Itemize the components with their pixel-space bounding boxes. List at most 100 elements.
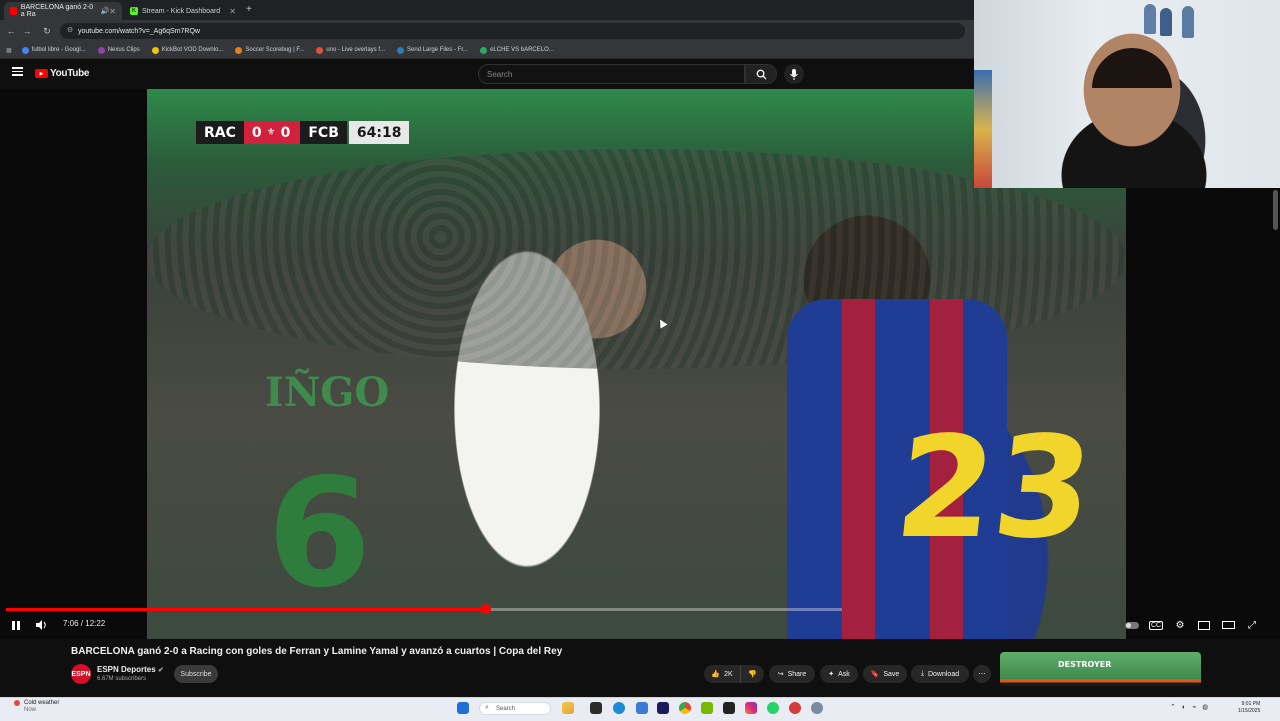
player-left-name: IÑGO [265, 369, 390, 416]
edge-icon[interactable] [613, 702, 625, 714]
more-actions-button[interactable]: ⋯ [973, 665, 991, 683]
home-team: RAC [196, 121, 244, 144]
bookmark-item[interactable]: Send Large Files - Fr... [397, 46, 468, 54]
taskbar-clock[interactable]: 9:01 PM 1/15/2025 [1238, 701, 1260, 715]
bookmark-icon [397, 46, 405, 54]
url-field[interactable]: ⚙ youtube.com/watch?v=_Ag6qSm7RQw [60, 23, 965, 39]
nvidia-icon[interactable] [701, 702, 713, 714]
after-effects-icon[interactable] [657, 702, 669, 714]
taskbar-search[interactable]: ⌕ Search [479, 702, 551, 715]
bookmarks-bar: ▦ futbol libre - Googl... Nexus Clips Ki… [0, 42, 974, 59]
download-icon: ⤓ [920, 670, 924, 677]
youtube-play-logo-icon: ▶ [35, 69, 48, 78]
bookmark-item[interactable]: uno - Live overlays f... [316, 46, 385, 54]
search-placeholder: Search [487, 69, 513, 79]
score: 0 ⚜ 0 [243, 121, 301, 144]
cap-decoration [1160, 8, 1172, 36]
webcam-overlay [974, 0, 1280, 188]
apps-icon[interactable]: ▦ [6, 47, 12, 54]
search-icon: ⌕ [485, 704, 489, 711]
settings-button[interactable]: ⚙ [1171, 617, 1189, 633]
reload-button[interactable]: ↻ [40, 24, 54, 38]
captions-button[interactable]: CC [1147, 617, 1165, 633]
download-button[interactable]: ⤓ Download [911, 665, 969, 683]
fullscreen-button[interactable]: ⤢ [1243, 617, 1261, 633]
share-button[interactable]: ↪ Share [769, 665, 815, 683]
weather-widget[interactable]: Cold weather Now [24, 700, 59, 714]
bookmark-item[interactable]: Nexus Clips [97, 46, 140, 54]
tab-kick-dashboard[interactable]: K Stream - Kick Dashboard ✕ [124, 2, 242, 20]
copa-crest-icon: ⚜ [266, 127, 278, 138]
save-button[interactable]: 🔖 Save [863, 665, 907, 683]
forward-button[interactable]: → [20, 24, 34, 38]
tab-title: Stream - Kick Dashboard [142, 7, 221, 15]
store-icon[interactable] [636, 702, 648, 714]
time-display: 7:06 / 12:22 [63, 619, 106, 628]
menu-icon[interactable] [12, 67, 23, 76]
new-tab-button[interactable]: + [246, 4, 252, 15]
sparkle-icon: ✦ [828, 671, 835, 678]
kick-favicon-icon: K [130, 7, 138, 15]
streamer-hair [1092, 48, 1172, 88]
player-right-number: 23 [888, 407, 1101, 570]
bookmark-item[interactable]: eLCHE VS bARCELO... [480, 46, 554, 54]
whatsapp-icon[interactable] [767, 702, 779, 714]
chrome-icon[interactable] [679, 702, 691, 714]
tab-youtube[interactable]: BARCELONA ganó 2-0 a Ra 🔊 ✕ [4, 2, 122, 20]
voice-search-button[interactable] [784, 64, 804, 84]
bookmark-icon [21, 46, 29, 54]
search-icon [756, 69, 767, 80]
back-button[interactable]: ← [4, 24, 18, 38]
capcut-icon[interactable] [723, 702, 735, 714]
like-button[interactable]: 👍 2K [704, 665, 740, 683]
close-tab-icon[interactable]: ✕ [229, 7, 236, 16]
progress-scrubber-handle[interactable] [480, 604, 491, 614]
video-title: BARCELONA ganó 2-0 a Racing con goles de… [71, 646, 563, 657]
dislike-button[interactable]: 👎 [740, 665, 764, 683]
channel-name[interactable]: ESPN Deportes ✔ [97, 665, 164, 674]
settings-icon[interactable] [811, 702, 823, 714]
terminal-icon[interactable] [590, 702, 602, 714]
obs-icon[interactable] [789, 702, 801, 714]
channel-avatar[interactable]: ESPN [71, 664, 91, 684]
subscriber-count: 6.67M subscribers [97, 676, 147, 682]
bookmark-item[interactable]: Soccer Scorebug | F... [235, 46, 304, 54]
system-tray-icons[interactable]: ⌃◐⌁◍ [1170, 703, 1214, 711]
pause-button[interactable] [7, 617, 25, 633]
ad-text: DESTROYER [1058, 660, 1112, 669]
thumbs-down-icon: 👎 [748, 671, 757, 678]
miniplayer-button[interactable] [1195, 617, 1213, 633]
bookmark-item[interactable]: KickBot VOD Downlo... [151, 46, 223, 54]
microphone-icon [790, 68, 798, 80]
gear-icon: ⚙ [1175, 619, 1185, 631]
miniplayer-icon [1198, 620, 1210, 630]
theater-mode-button[interactable] [1219, 617, 1237, 633]
bookmark-icon [97, 46, 105, 54]
ad-banner[interactable]: DESTROYER [1000, 652, 1201, 686]
progress-bar[interactable] [6, 604, 842, 614]
windows-start-icon[interactable] [457, 702, 469, 714]
search-button[interactable] [745, 64, 777, 84]
theater-icon [1221, 621, 1235, 629]
match-clock: 64:18 [348, 121, 410, 144]
toggle-icon [1125, 621, 1139, 629]
page-scrollbar[interactable] [1273, 190, 1278, 230]
progress-played [6, 608, 486, 611]
file-explorer-icon[interactable] [562, 702, 574, 714]
bookmark-icon [151, 46, 159, 54]
bookmark-icon [480, 46, 488, 54]
bookmark-item[interactable]: futbol libre - Googl... [21, 46, 86, 54]
autoplay-toggle[interactable] [1123, 617, 1141, 633]
subscribe-button[interactable]: Subscribe [174, 665, 218, 683]
ask-button[interactable]: ✦ Ask [820, 665, 858, 683]
pause-icon [12, 620, 20, 630]
youtube-favicon-icon [10, 7, 17, 15]
youtube-logo[interactable]: ▶ YouTube [35, 68, 90, 79]
more-dots-icon: ⋯ [978, 671, 986, 678]
close-tab-icon[interactable]: ✕ [109, 7, 116, 16]
volume-button[interactable] [32, 617, 50, 633]
instagram-icon[interactable] [745, 702, 757, 714]
verified-icon: ✔ [157, 667, 164, 674]
site-info-icon[interactable]: ⚙ [67, 26, 73, 34]
search-input[interactable]: Search [478, 64, 745, 84]
